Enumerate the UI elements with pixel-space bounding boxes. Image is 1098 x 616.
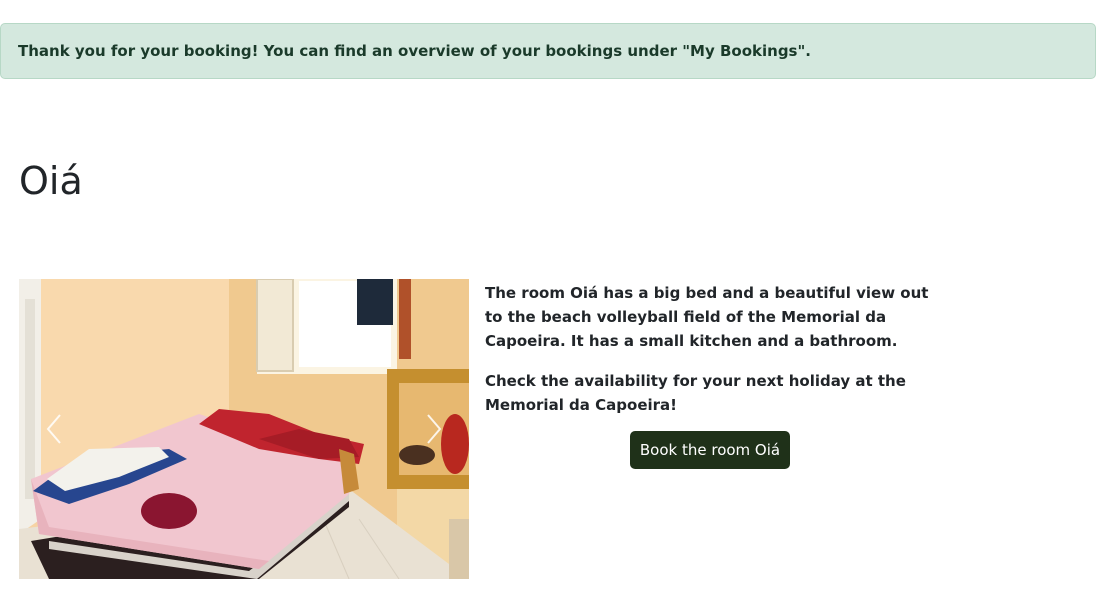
alert-message: Thank you for your booking! You can find… bbox=[18, 42, 811, 60]
page-title: Oiá bbox=[19, 159, 83, 203]
book-room-button[interactable]: Book the room Oiá bbox=[630, 431, 790, 469]
booking-success-alert: Thank you for your booking! You can find… bbox=[0, 23, 1096, 79]
room-image-carousel[interactable] bbox=[19, 279, 469, 579]
room-description: The room Oiá has a big bed and a beautif… bbox=[485, 281, 945, 433]
carousel-prev-button[interactable] bbox=[19, 279, 89, 579]
room-description-paragraph: The room Oiá has a big bed and a beautif… bbox=[485, 284, 929, 350]
carousel-next-button[interactable] bbox=[399, 279, 469, 579]
chevron-right-icon bbox=[427, 414, 442, 444]
room-availability-paragraph: Check the availability for your next hol… bbox=[485, 372, 906, 414]
chevron-left-icon bbox=[46, 414, 61, 444]
